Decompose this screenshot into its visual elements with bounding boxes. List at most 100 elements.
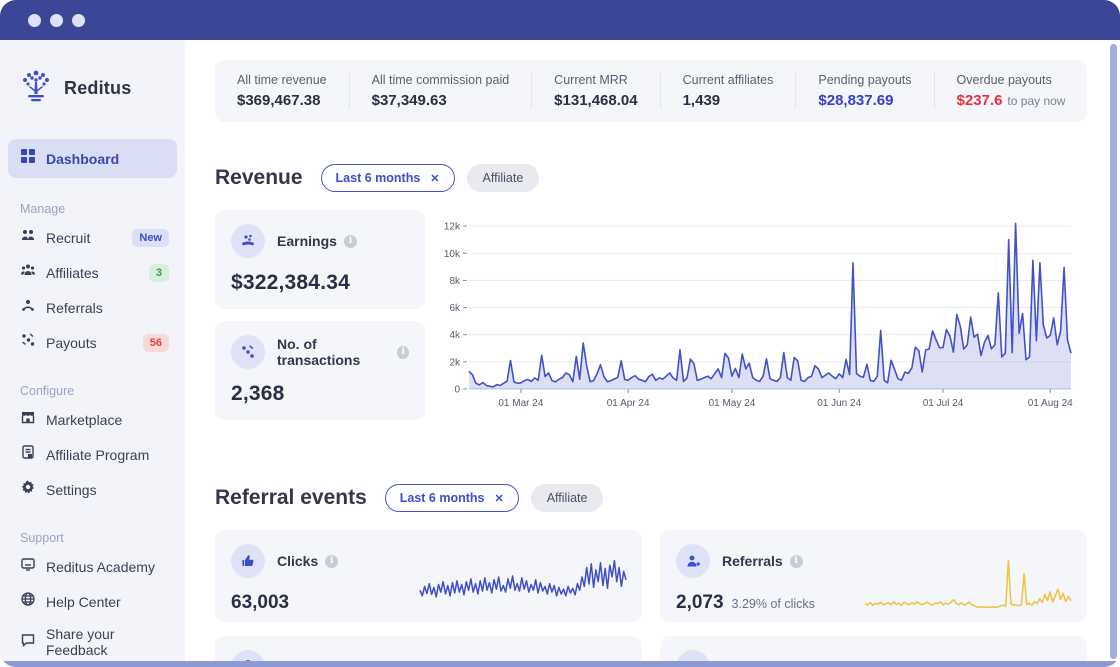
- sidebar-item-label: Payouts: [46, 335, 143, 351]
- info-icon[interactable]: i: [325, 555, 338, 568]
- sidebar-item-label: Affiliate Program: [46, 447, 173, 463]
- revenue-affiliate-chip[interactable]: Affiliate: [467, 164, 540, 192]
- sidebar-item-payouts[interactable]: Payouts 56: [0, 325, 185, 360]
- clicks-label: Clicks: [277, 553, 318, 569]
- stat-label: All time revenue: [237, 73, 327, 87]
- revenue-filter-chip[interactable]: Last 6 months ✕: [321, 164, 455, 192]
- sidebar-item-label: Marketplace: [46, 412, 173, 428]
- affiliate-program-document-icon: [20, 444, 36, 465]
- sidebar-item-label: Settings: [46, 482, 173, 498]
- clicks-sparkline: [418, 550, 628, 614]
- settings-gear-icon: [20, 479, 36, 500]
- referrals-subtext: 3.29% of clicks: [732, 597, 815, 611]
- earnings-icon: [231, 224, 265, 258]
- referral-affiliate-chip[interactable]: Affiliate: [531, 484, 604, 512]
- revenue-title: Revenue: [215, 166, 303, 190]
- referral-filter-chip[interactable]: Last 6 months ✕: [385, 484, 519, 512]
- svg-text:01 Aug 24: 01 Aug 24: [1028, 398, 1073, 409]
- referrals-card: Referrals i 2,073 3.29% of clicks: [660, 530, 1087, 622]
- sidebar-item-label: Reditus Academy: [46, 559, 173, 575]
- svg-text:01 Mar 24: 01 Mar 24: [498, 398, 543, 409]
- clicks-icon: [231, 544, 265, 578]
- earnings-label: Earnings: [277, 233, 337, 249]
- remove-filter-icon[interactable]: ✕: [495, 492, 504, 505]
- sidebar: Reditus Dashboard Manage: [0, 40, 185, 667]
- transactions-icon: [231, 335, 265, 369]
- affiliates-count-badge: 3: [149, 264, 169, 282]
- sidebar-item-affiliate-program[interactable]: Affiliate Program: [0, 437, 185, 472]
- sidebar-item-help-center[interactable]: Help Center: [0, 584, 185, 619]
- sidebar-item-settings[interactable]: Settings: [0, 472, 185, 507]
- main-content: All time revenue $369,467.38 All time co…: [185, 40, 1120, 667]
- stats-bar: All time revenue $369,467.38 All time co…: [215, 60, 1087, 122]
- sidebar-item-label: Share your Feedback: [46, 626, 173, 658]
- sidebar-section-support: Support: [20, 531, 185, 545]
- stat-value: $131,468.04: [554, 92, 637, 109]
- sidebar-item-marketplace[interactable]: Marketplace: [0, 402, 185, 437]
- remove-filter-icon[interactable]: ✕: [430, 172, 439, 185]
- svg-text:6k: 6k: [449, 303, 461, 314]
- sidebar-item-reditus-academy[interactable]: Reditus Academy: [0, 549, 185, 584]
- svg-text:2k: 2k: [449, 357, 461, 368]
- stat-value: $369,467.38: [237, 92, 327, 109]
- referrals-value: 2,073: [676, 592, 724, 614]
- referrals-network-icon: [20, 297, 36, 318]
- stat-label: Current MRR: [554, 73, 637, 87]
- payouts-coins-icon: [20, 332, 36, 353]
- stat-label: Pending payouts: [818, 73, 911, 87]
- svg-text:0: 0: [454, 385, 460, 396]
- stat-suffix: to pay now: [1007, 94, 1065, 108]
- revenue-line-chart[interactable]: 02k4k6k8k10k12k01 Mar 2401 Apr 2401 May …: [439, 210, 1077, 415]
- sidebar-item-dashboard[interactable]: Dashboard: [8, 139, 177, 178]
- stat-value: $28,837.69: [818, 92, 911, 109]
- scrollbar[interactable]: [1110, 44, 1117, 659]
- svg-text:4k: 4k: [449, 330, 461, 341]
- info-icon[interactable]: i: [397, 346, 409, 359]
- reditus-tree-logo-icon: [18, 66, 54, 111]
- stat-pending-payouts: Pending payouts $28,837.69: [818, 73, 934, 109]
- sidebar-item-recruit[interactable]: Recruit New: [0, 220, 185, 255]
- transactions-value: 2,368: [231, 382, 409, 406]
- window-dot[interactable]: [72, 14, 85, 27]
- marketplace-storefront-icon: [20, 409, 36, 430]
- svg-text:01 Jul 24: 01 Jul 24: [923, 398, 964, 409]
- stat-overdue-payouts: Overdue payouts $237.6to pay now: [957, 73, 1066, 109]
- recruit-people-icon: [20, 227, 36, 248]
- recruit-new-badge: New: [132, 229, 169, 247]
- info-icon[interactable]: i: [790, 555, 803, 568]
- academy-screen-icon: [20, 556, 36, 577]
- window-bottom-edge: [0, 661, 1120, 667]
- svg-text:12k: 12k: [444, 222, 461, 233]
- referrals-sparkline: [863, 550, 1073, 614]
- window-dot[interactable]: [28, 14, 41, 27]
- sidebar-item-label: Help Center: [46, 594, 173, 610]
- sidebar-item-label: Recruit: [46, 230, 132, 246]
- sidebar-item-share-feedback[interactable]: Share your Feedback: [0, 619, 185, 665]
- stat-value: 1,439: [683, 92, 774, 109]
- stat-label: Overdue payouts: [957, 73, 1066, 87]
- stat-all-time-commission: All time commission paid $37,349.63: [372, 73, 533, 109]
- feedback-chat-icon: [20, 632, 36, 653]
- svg-text:10k: 10k: [444, 249, 461, 260]
- logo[interactable]: Reditus: [0, 58, 185, 117]
- revenue-section-header: Revenue Last 6 months ✕ Affiliate: [215, 164, 1087, 192]
- earnings-value: $322,384.34: [231, 271, 409, 295]
- sidebar-item-affiliates[interactable]: Affiliates 3: [0, 255, 185, 290]
- logo-text: Reditus: [64, 78, 131, 99]
- clicks-value: 63,003: [231, 592, 289, 614]
- clicks-card: Clicks i 63,003: [215, 530, 642, 622]
- sidebar-item-referrals[interactable]: Referrals: [0, 290, 185, 325]
- svg-text:01 Apr 24: 01 Apr 24: [607, 398, 650, 409]
- referrals-person-add-icon: [676, 544, 710, 578]
- help-globe-icon: [20, 591, 36, 612]
- sidebar-item-label: Dashboard: [46, 151, 119, 167]
- sidebar-item-label: Referrals: [46, 300, 173, 316]
- app-window: Reditus Dashboard Manage: [0, 0, 1120, 667]
- window-dot[interactable]: [50, 14, 63, 27]
- stat-label: All time commission paid: [372, 73, 510, 87]
- stat-value: $237.6to pay now: [957, 92, 1066, 109]
- payouts-count-badge: 56: [143, 334, 169, 352]
- stat-current-mrr: Current MRR $131,468.04: [554, 73, 660, 109]
- dashboard-grid-icon: [20, 148, 36, 169]
- info-icon[interactable]: i: [344, 235, 357, 248]
